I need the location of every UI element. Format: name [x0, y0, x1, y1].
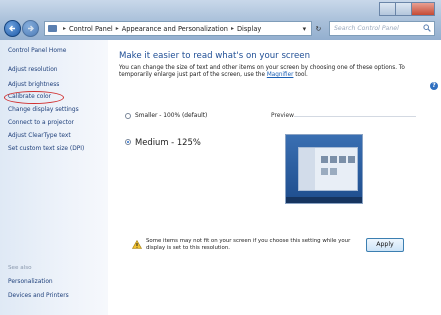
breadcrumb-separator-icon: ▸ [63, 25, 67, 32]
adjust-cleartype-link[interactable]: Adjust ClearType text [8, 133, 71, 139]
personalization-link[interactable]: Personalization [8, 279, 53, 285]
preview-label: Preview [271, 113, 294, 119]
preview-image [285, 134, 363, 204]
preview-tile [339, 156, 346, 163]
preview-tile [330, 168, 337, 175]
page-title: Make it easier to read what's on your sc… [119, 51, 311, 61]
control-panel-home-link[interactable]: Control Panel Home [8, 48, 66, 54]
search-placeholder: Search Control Panel [334, 25, 399, 32]
adjust-resolution-link[interactable]: Adjust resolution [8, 67, 58, 73]
refresh-icon[interactable]: ↻ [315, 25, 321, 33]
breadcrumb-separator-icon: ▸ [230, 25, 234, 32]
preview-tile [330, 156, 337, 163]
address-controls: ▾ ↻ [298, 21, 326, 36]
see-also-heading: See also [8, 265, 32, 271]
connect-projector-link[interactable]: Connect to a projector [8, 120, 74, 126]
window-controls [379, 2, 435, 16]
back-button[interactable] [4, 20, 21, 37]
minimize-button[interactable] [379, 2, 395, 16]
breadcrumb-separator-icon: ▸ [115, 25, 119, 32]
devices-printers-link[interactable]: Devices and Printers [8, 293, 69, 299]
description-text: You can change the size of text and othe… [119, 65, 405, 79]
breadcrumb-display[interactable]: Display [237, 25, 261, 33]
option-medium-label: Medium - 125% [135, 137, 201, 147]
search-input[interactable]: Search Control Panel [329, 21, 435, 36]
breadcrumb-control-panel[interactable]: Control Panel [69, 25, 113, 33]
preview-sidebar [299, 148, 315, 190]
preview-taskbar [286, 197, 362, 203]
title-and-address-bar: ▸ Control Panel ▸ Appearance and Persona… [0, 0, 441, 40]
preview-divider [294, 116, 416, 117]
control-panel-folder-icon [48, 25, 57, 32]
preview-window-icon [298, 147, 358, 191]
forward-button[interactable] [22, 20, 39, 37]
magnifier-link[interactable]: Magnifier [267, 72, 294, 78]
search-icon[interactable] [423, 24, 431, 32]
warning-message: Some items may not fit on your screen if… [146, 238, 351, 251]
custom-text-size-link[interactable]: Set custom text size (DPI) [8, 146, 84, 152]
change-display-settings-link[interactable]: Change display settings [8, 107, 79, 113]
left-navigation-pane: Control Panel Home Adjust resolution Adj… [0, 40, 108, 315]
help-icon[interactable]: ? [430, 82, 438, 90]
forward-arrow-icon [28, 25, 34, 32]
radio-smaller[interactable] [125, 113, 131, 119]
option-medium[interactable]: Medium - 125% [125, 137, 201, 147]
preview-tile [321, 168, 328, 175]
preview-tile [321, 156, 328, 163]
maximize-button[interactable] [395, 2, 411, 16]
warning-icon [132, 240, 142, 249]
radio-medium[interactable] [125, 139, 131, 145]
control-panel-window: ▸ Control Panel ▸ Appearance and Persona… [0, 0, 441, 315]
description-text-end: tool. [293, 72, 308, 79]
calibrate-color-highlight [4, 91, 64, 104]
breadcrumb-appearance[interactable]: Appearance and Personalization [122, 25, 228, 33]
back-arrow-icon [9, 25, 15, 32]
adjust-brightness-link[interactable]: Adjust brightness [8, 82, 59, 88]
option-smaller[interactable]: Smaller - 100% (default) [125, 113, 207, 119]
address-bar[interactable]: ▸ Control Panel ▸ Appearance and Persona… [44, 21, 312, 36]
page-description: You can change the size of text and othe… [119, 65, 431, 79]
dropdown-icon[interactable]: ▾ [303, 25, 307, 33]
close-button[interactable] [411, 2, 435, 16]
main-content: Make it easier to read what's on your sc… [108, 40, 441, 315]
apply-button[interactable]: Apply [366, 238, 404, 252]
preview-tile [348, 156, 355, 163]
option-smaller-label: Smaller - 100% (default) [135, 113, 208, 119]
